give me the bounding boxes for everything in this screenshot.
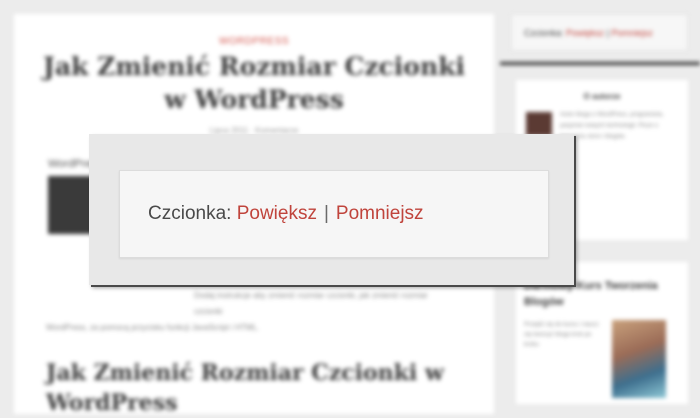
font-size-widget: Czcionka: Powiększ | Pomniejsz (119, 170, 549, 258)
sidebar-divider (500, 62, 700, 65)
author-widget-title: O autorze (583, 92, 621, 101)
article-paragraph: Dodaj instrukcje aby zmienić rozmiar czc… (194, 291, 428, 316)
link-separator: | (323, 203, 329, 224)
font-size-zoom-popup: Czcionka: Powiększ | Pomniejsz (89, 134, 574, 285)
sidebar-font-size-widget: Czcionka: Powiększ | Pomniejsz (511, 14, 688, 51)
sidebar-shrink-link[interactable]: Pomniejsz (611, 28, 653, 38)
sidebar-font-label: Czcionka: (524, 27, 564, 38)
author-avatar (526, 112, 552, 136)
course-widget-text: Przejdź się do kursu i naucz się tworzyć… (524, 322, 599, 348)
article-category[interactable]: WORDPRESS (14, 36, 494, 47)
author-bio: Autor bloga o WordPress, programista, pa… (560, 112, 664, 140)
article-title: Jak Zmienić Rozmiar Czcionki w WordPress (43, 52, 465, 114)
font-label: Czcionka: (148, 203, 232, 224)
shrink-font-link[interactable]: Pomniejsz (336, 203, 424, 225)
article-paragraph: WordPress, za pomocą przycisku funkcji J… (46, 323, 260, 332)
sidebar-enlarge-link[interactable]: Powiększ (566, 28, 604, 38)
enlarge-font-link[interactable]: Powiększ (237, 203, 317, 225)
sidebar-separator: | (606, 27, 609, 38)
course-cover-image[interactable] (612, 320, 666, 398)
article-subheading: Jak Zmienić Rozmiar Czcionki w WordPress (46, 360, 444, 416)
